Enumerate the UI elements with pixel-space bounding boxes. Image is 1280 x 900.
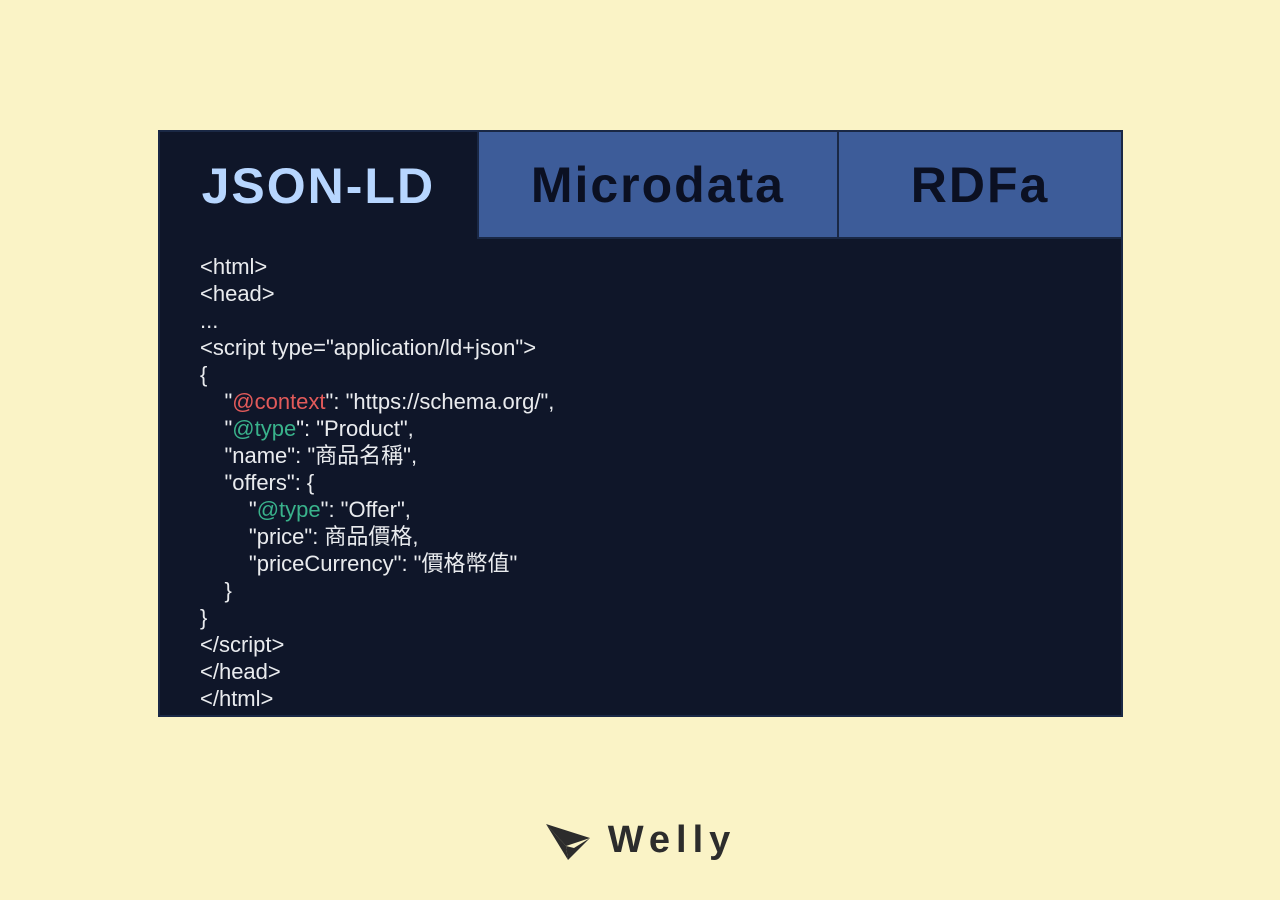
code-block: <html> <head> ... <script type="applicat… bbox=[160, 239, 1121, 732]
code-line: <script type="application/ld+json"> bbox=[200, 335, 536, 360]
brand: Welly bbox=[0, 818, 1280, 862]
tab-label: RDFa bbox=[911, 156, 1050, 214]
code-line: "price": 商品價格, bbox=[200, 524, 419, 549]
code-seg: " bbox=[200, 416, 232, 441]
code-line: <head> bbox=[200, 281, 275, 306]
code-line: { bbox=[200, 362, 207, 387]
code-line: </html> bbox=[200, 686, 273, 711]
paper-plane-icon bbox=[544, 818, 594, 862]
tab-json-ld[interactable]: JSON-LD bbox=[160, 132, 477, 239]
code-line: "priceCurrency": "價格幣值" bbox=[200, 551, 517, 576]
code-line: } bbox=[200, 578, 232, 603]
tab-label: Microdata bbox=[531, 156, 785, 214]
tab-bar: JSON-LD Microdata RDFa bbox=[160, 132, 1121, 239]
code-line: ... bbox=[200, 308, 218, 333]
code-line: </head> bbox=[200, 659, 281, 684]
code-card: JSON-LD Microdata RDFa <html> <head> ...… bbox=[158, 130, 1123, 717]
code-key-type: @type bbox=[257, 497, 321, 522]
code-line: <html> bbox=[200, 254, 267, 279]
code-line: } bbox=[200, 605, 207, 630]
tab-label: JSON-LD bbox=[202, 157, 435, 215]
code-seg: " bbox=[200, 497, 257, 522]
code-seg: ": "Offer", bbox=[321, 497, 411, 522]
brand-name: Welly bbox=[608, 819, 737, 862]
tab-rdfa[interactable]: RDFa bbox=[837, 132, 1121, 239]
code-line: </script> bbox=[200, 632, 284, 657]
tab-microdata[interactable]: Microdata bbox=[477, 132, 838, 239]
code-line: "name": "商品名稱", bbox=[200, 443, 417, 468]
code-seg: " bbox=[200, 389, 232, 414]
code-key-type: @type bbox=[232, 416, 296, 441]
code-seg: ": "Product", bbox=[296, 416, 414, 441]
code-seg: ": "https://schema.org/", bbox=[326, 389, 555, 414]
code-key-context: @context bbox=[232, 389, 325, 414]
code-line: "offers": { bbox=[200, 470, 314, 495]
